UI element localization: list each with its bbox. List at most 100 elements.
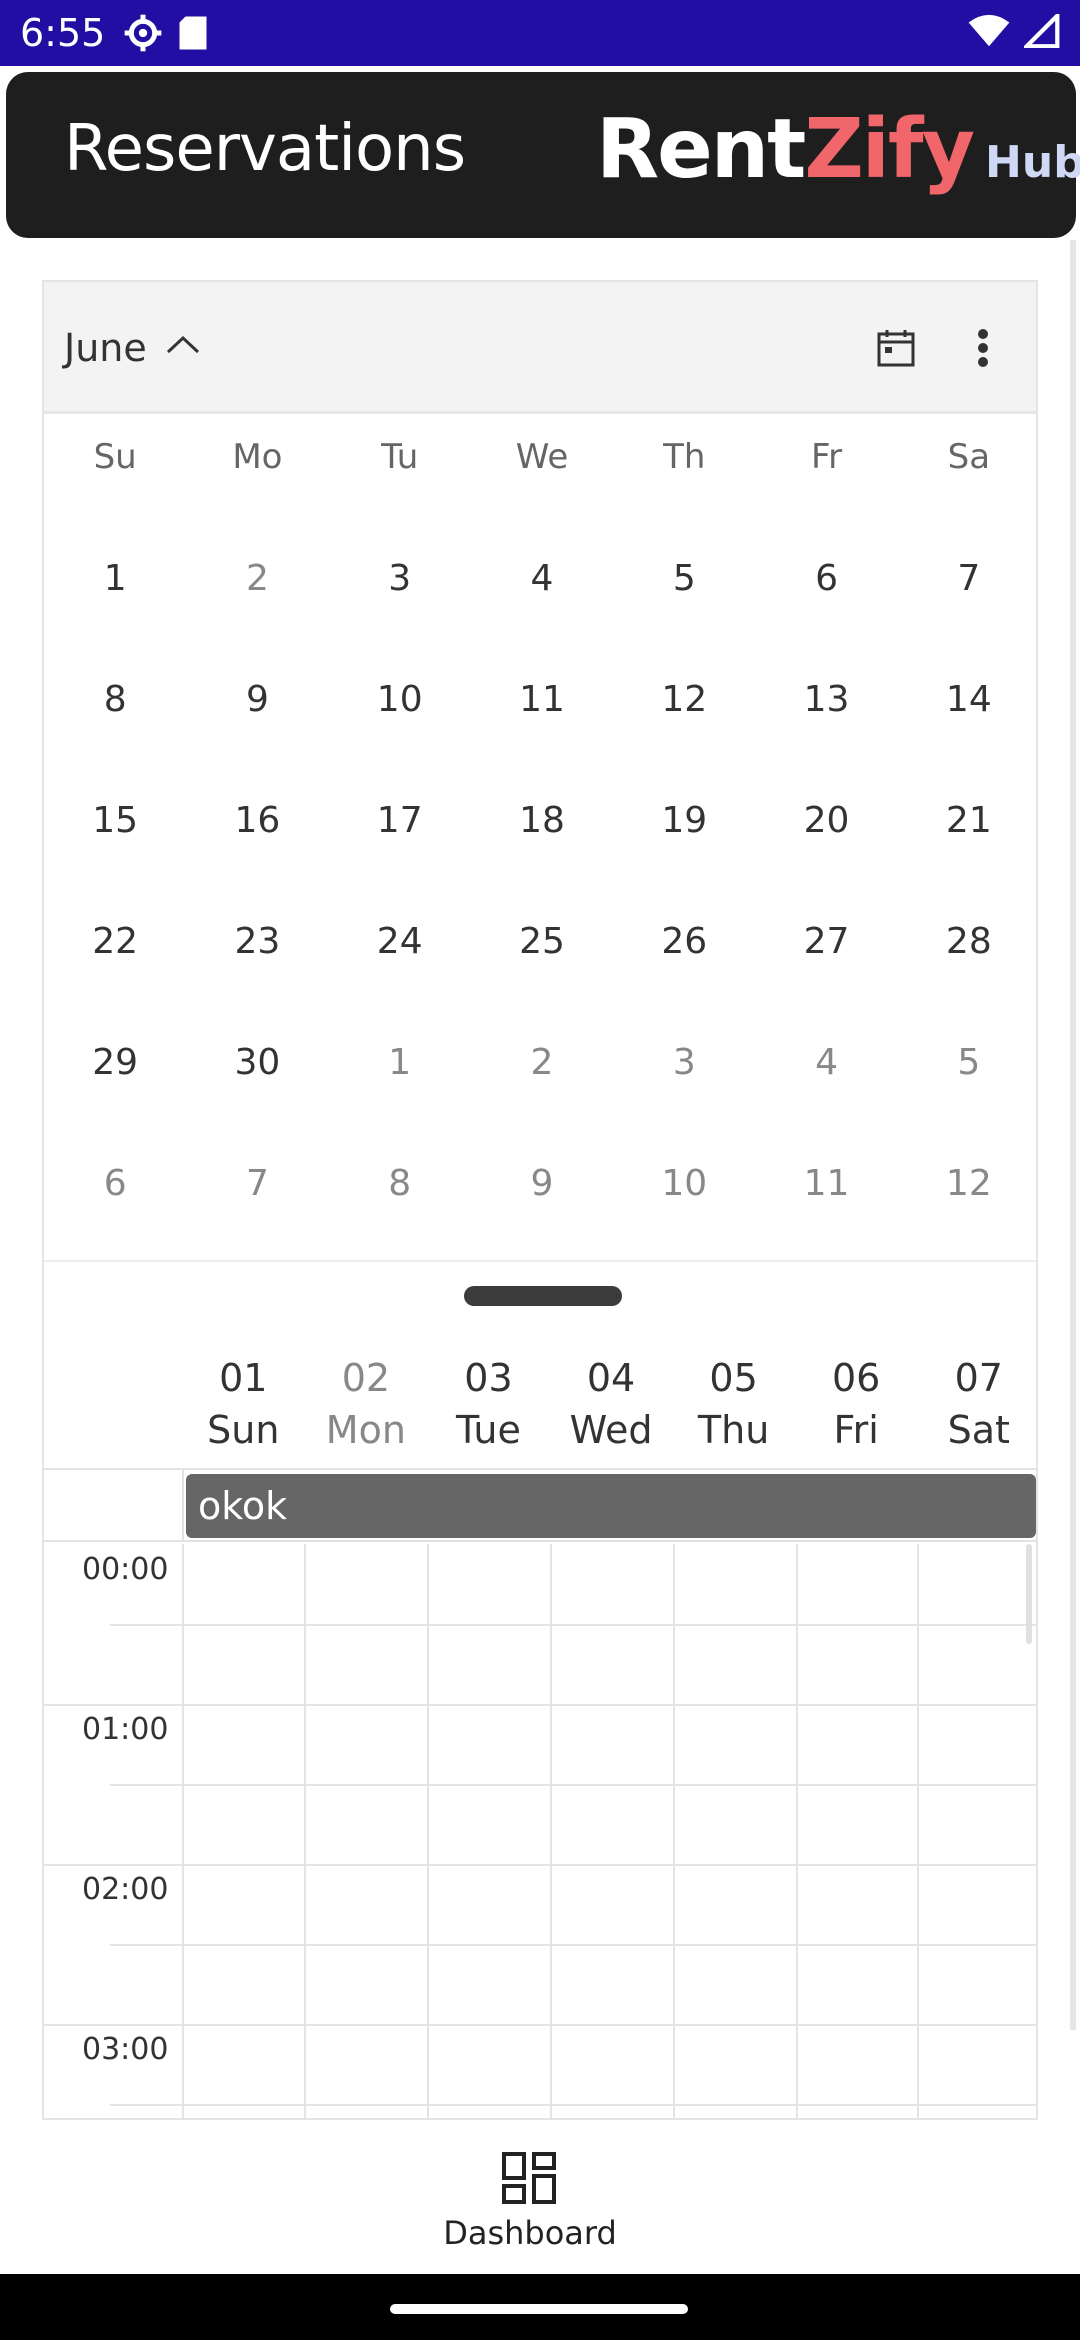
weekday-label: Mo <box>232 437 283 477</box>
date-cell[interactable]: 12 <box>613 635 755 756</box>
grid-line <box>796 1544 798 2118</box>
date-cell[interactable]: 14 <box>898 635 1036 756</box>
logo-rent: Rent <box>596 102 806 197</box>
event-block[interactable]: okok <box>186 1474 1036 1538</box>
week-row: 15 16 17 18 19 20 21 <box>44 756 1036 877</box>
drag-handle[interactable] <box>464 1286 622 1306</box>
page-scrollbar[interactable] <box>1070 240 1076 2030</box>
time-label: 02:00 <box>82 1872 169 1907</box>
week-row: 29 30 1 2 3 4 5 <box>44 998 1036 1119</box>
day-column-header[interactable]: 02 Mon <box>305 1352 428 1452</box>
date-cell[interactable]: 4 <box>755 998 897 1119</box>
grid-line <box>110 2104 1036 2106</box>
date-cell[interactable]: 24 <box>329 877 471 998</box>
date-cell[interactable]: 8 <box>44 635 186 756</box>
grid-line <box>110 1944 1036 1946</box>
date-cell[interactable]: 15 <box>44 756 186 877</box>
weekday-label: Fr <box>811 437 843 477</box>
date-cell[interactable]: 20 <box>755 756 897 877</box>
date-cell[interactable]: 23 <box>186 877 328 998</box>
day-name: Tue <box>455 1408 521 1452</box>
status-bar: 6:55 <box>0 0 1080 66</box>
divider <box>182 1470 184 1542</box>
date-cell[interactable]: 10 <box>329 635 471 756</box>
date-cell[interactable]: 19 <box>613 756 755 877</box>
time-grid[interactable]: 00:00 01:00 02:00 03:00 <box>44 1544 1036 2118</box>
weekday-label: Tu <box>381 437 419 477</box>
week-days-header: 01 Sun 02 Mon 03 Tue 04 Wed 05 Thu 06 Fr… <box>182 1352 1036 1452</box>
dashboard-icon <box>440 2150 620 2210</box>
day-name: Thu <box>697 1408 770 1452</box>
chevron-up-icon[interactable] <box>164 332 202 360</box>
date-cell[interactable]: 4 <box>471 514 613 635</box>
day-number: 04 <box>586 1356 636 1400</box>
date-cell[interactable]: 30 <box>186 998 328 1119</box>
home-indicator[interactable] <box>390 2304 688 2314</box>
date-cell[interactable]: 6 <box>755 514 897 635</box>
grid-line <box>44 1864 1036 1866</box>
day-name: Sun <box>207 1408 280 1452</box>
all-day-row: okok <box>44 1470 1036 1542</box>
date-cell[interactable]: 2 <box>471 998 613 1119</box>
bottom-navigation: Dashboard <box>0 2120 1080 2274</box>
more-vert-icon[interactable] <box>976 328 990 372</box>
date-cell[interactable]: 27 <box>755 877 897 998</box>
date-cell[interactable]: 1 <box>329 998 471 1119</box>
date-cell[interactable]: 18 <box>471 756 613 877</box>
date-cell[interactable]: 29 <box>44 998 186 1119</box>
date-cell[interactable]: 12 <box>898 1119 1036 1240</box>
date-cell[interactable]: 9 <box>186 635 328 756</box>
date-cell[interactable]: 6 <box>44 1119 186 1240</box>
week-row: 6 7 8 9 10 11 12 <box>44 1119 1036 1240</box>
weekday-label: Th <box>663 437 706 477</box>
month-selector[interactable]: June <box>64 326 147 370</box>
day-number: 05 <box>709 1356 758 1400</box>
date-cell[interactable]: 7 <box>186 1119 328 1240</box>
date-cell[interactable]: 21 <box>898 756 1036 877</box>
time-grid-scrollbar[interactable] <box>1026 1544 1032 1644</box>
day-column-header[interactable]: 03 Tue <box>427 1352 550 1452</box>
date-cell[interactable]: 3 <box>613 998 755 1119</box>
status-time: 6:55 <box>20 11 106 55</box>
date-cell[interactable]: 1 <box>44 514 186 635</box>
date-cell[interactable]: 22 <box>44 877 186 998</box>
date-cell[interactable]: 5 <box>898 998 1036 1119</box>
calendar-today-icon[interactable] <box>876 328 916 372</box>
date-cell[interactable]: 17 <box>329 756 471 877</box>
day-column-header[interactable]: 05 Thu <box>672 1352 795 1452</box>
date-cell[interactable]: 7 <box>898 514 1036 635</box>
day-column-header[interactable]: 04 Wed <box>550 1352 673 1452</box>
date-cell[interactable]: 3 <box>329 514 471 635</box>
date-cell[interactable]: 11 <box>755 1119 897 1240</box>
date-cell[interactable]: 2 <box>186 514 328 635</box>
date-cell[interactable]: 26 <box>613 877 755 998</box>
date-cell[interactable]: 8 <box>329 1119 471 1240</box>
calendar-card: June Su Mo Tu We Th Fr Sa 1 2 3 4 5 6 7 … <box>42 280 1038 2120</box>
date-cell[interactable]: 25 <box>471 877 613 998</box>
weekday-label: Sa <box>947 437 991 477</box>
nav-item-dashboard[interactable]: Dashboard <box>440 2150 620 2252</box>
date-cell[interactable]: 9 <box>471 1119 613 1240</box>
page-title: Reservations <box>64 112 466 186</box>
week-row: 8 9 10 11 12 13 14 <box>44 635 1036 756</box>
day-name: Fri <box>833 1408 879 1452</box>
week-row: 22 23 24 25 26 27 28 <box>44 877 1036 998</box>
grid-line <box>917 1544 919 2118</box>
date-cell[interactable]: 10 <box>613 1119 755 1240</box>
date-cell[interactable]: 16 <box>186 756 328 877</box>
date-cell[interactable]: 28 <box>898 877 1036 998</box>
day-column-header[interactable]: 07 Sat <box>917 1352 1036 1452</box>
day-name: Mon <box>325 1408 406 1452</box>
date-cell[interactable]: 11 <box>471 635 613 756</box>
day-number: 02 <box>341 1356 391 1400</box>
day-column-header[interactable]: 06 Fri <box>795 1352 918 1452</box>
day-column-header[interactable]: 01 Sun <box>182 1352 305 1452</box>
calendar-toolbar: June <box>44 282 1036 414</box>
grid-line <box>673 1544 675 2118</box>
day-name: Sat <box>947 1408 1010 1452</box>
logo-hub: Hub <box>985 137 1080 188</box>
date-cell[interactable]: 13 <box>755 635 897 756</box>
time-label: 03:00 <box>82 2032 169 2067</box>
date-cell[interactable]: 5 <box>613 514 755 635</box>
gesture-navigation-bar <box>0 2274 1080 2340</box>
